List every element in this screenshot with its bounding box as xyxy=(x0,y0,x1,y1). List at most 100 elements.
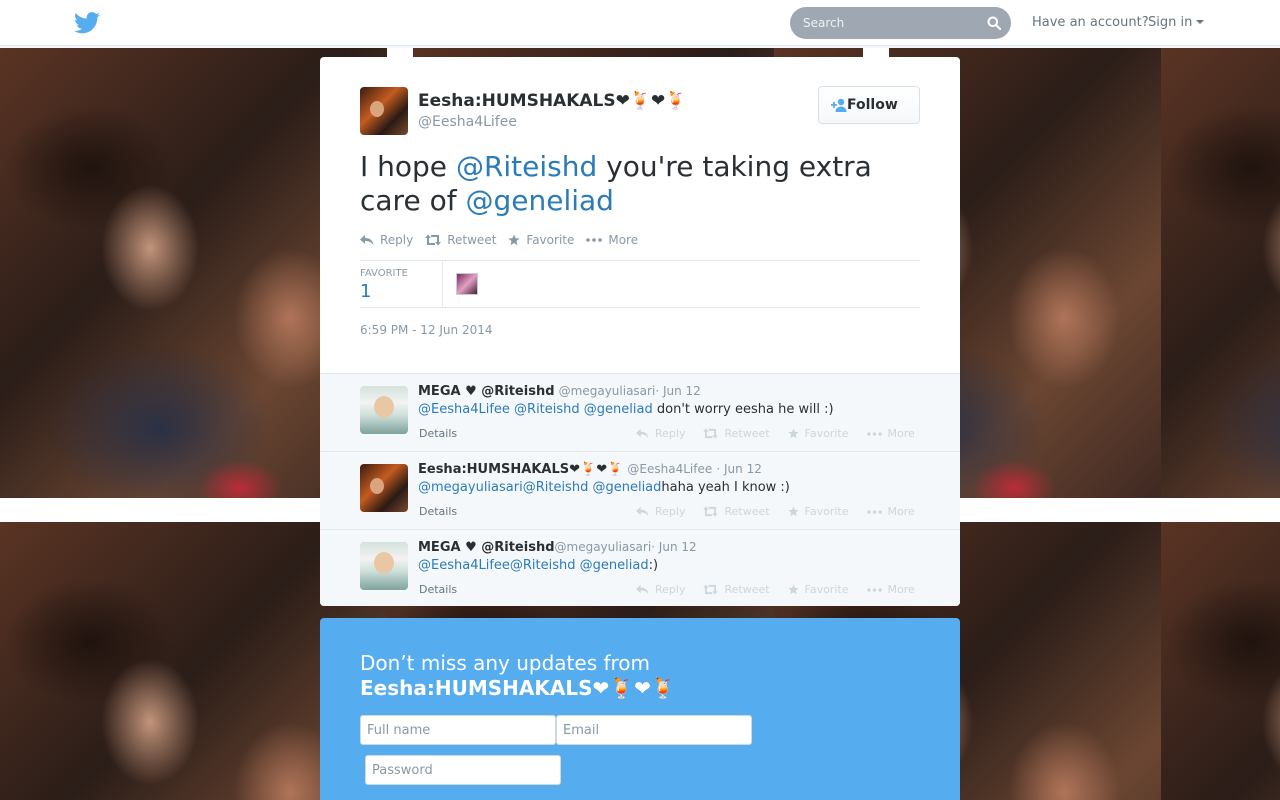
more-label[interactable]: More xyxy=(888,427,915,440)
email-field[interactable] xyxy=(556,715,752,745)
mention-link[interactable]: @Riteishd xyxy=(523,480,589,495)
retweet-label[interactable]: Retweet xyxy=(724,505,769,518)
avatar[interactable] xyxy=(360,542,408,590)
reply-icon xyxy=(636,584,649,595)
favoriter-avatar[interactable] xyxy=(456,273,478,295)
details-link[interactable]: Details xyxy=(419,427,457,440)
search-icon[interactable] xyxy=(987,16,1001,30)
caret-down-icon[interactable] xyxy=(1196,20,1205,24)
reply-header: MEGA ♥ @Riteishd@megayuliasari· Jun 12 xyxy=(418,540,697,555)
avatar[interactable] xyxy=(360,386,408,434)
reply-label[interactable]: Reply xyxy=(380,233,413,247)
reply-action[interactable]: Reply xyxy=(636,427,685,440)
mention-link[interactable]: @geneliad xyxy=(465,184,613,217)
reply-action[interactable]: Reply xyxy=(636,505,685,518)
favorite-action[interactable]: Favorite xyxy=(787,583,849,596)
mention-link[interactable]: @geneliad xyxy=(580,558,649,573)
favorite-label[interactable]: Favorite xyxy=(805,427,849,440)
reply-body: :) xyxy=(648,558,659,573)
reply-author-handle[interactable]: @megayuliasari xyxy=(555,540,652,554)
reply-action[interactable]: Reply xyxy=(636,583,685,596)
retweet-icon xyxy=(703,506,719,517)
avatar[interactable] xyxy=(360,87,408,135)
reply-tweet[interactable]: MEGA ♥ @Riteishd @megayuliasari· Jun 12 … xyxy=(320,373,960,451)
follow-button[interactable]: Follow xyxy=(818,86,920,124)
reply-text: @megayuliasari@Riteishd @geneliadhaha ye… xyxy=(418,480,790,495)
reply-date[interactable]: · Jun 12 xyxy=(716,462,761,476)
avatar[interactable] xyxy=(360,464,408,512)
replies-list: MEGA ♥ @Riteishd @megayuliasari· Jun 12 … xyxy=(320,373,960,606)
twitter-bird-icon[interactable] xyxy=(74,12,100,34)
favorite-count[interactable]: 1 xyxy=(360,281,371,302)
reply-date[interactable]: · Jun 12 xyxy=(655,384,700,398)
retweet-action[interactable]: Retweet xyxy=(703,427,770,440)
sign-in-label[interactable]: Sign in xyxy=(1148,15,1192,30)
reply-author-name[interactable]: MEGA ♥ @Riteishd xyxy=(418,540,555,555)
password-field[interactable] xyxy=(365,755,561,785)
mention-link[interactable]: @Eesha4Lifee xyxy=(418,558,510,573)
search-input[interactable] xyxy=(790,7,980,39)
more-action[interactable]: More xyxy=(866,505,915,518)
star-icon xyxy=(787,428,799,439)
signup-callout: Don’t miss any updates from Eesha:HUMSHA… xyxy=(320,618,960,800)
mention-link[interactable]: @geneliad xyxy=(592,480,661,495)
reply-tweet[interactable]: Eesha:HUMSHAKALS❤🍹❤🍹 @Eesha4Lifee · Jun … xyxy=(320,451,960,529)
mention-link[interactable]: @geneliad xyxy=(584,402,653,417)
stats-divider xyxy=(442,261,443,307)
mention-link[interactable]: @megayuliasari xyxy=(418,480,523,495)
more-action[interactable]: More xyxy=(586,233,638,247)
favorite-label[interactable]: Favorite xyxy=(526,233,574,247)
retweet-label[interactable]: Retweet xyxy=(447,233,496,247)
reply-author-name[interactable]: Eesha:HUMSHAKALS❤🍹❤🍹 xyxy=(418,462,623,477)
reply-date[interactable]: · Jun 12 xyxy=(651,540,696,554)
tweet-stats: FAVORITE 1 xyxy=(360,260,920,308)
star-icon xyxy=(787,584,799,595)
favorite-action[interactable]: Favorite xyxy=(787,505,849,518)
more-action[interactable]: More xyxy=(866,427,915,440)
reply-icon xyxy=(636,506,649,517)
mention-link[interactable]: @Riteishd xyxy=(510,558,576,573)
retweet-action[interactable]: Retweet xyxy=(425,233,496,247)
tweet-text-part: I hope xyxy=(360,150,456,183)
favorite-action[interactable]: Favorite xyxy=(787,427,849,440)
retweet-icon xyxy=(425,234,442,246)
search-box[interactable] xyxy=(790,7,1011,39)
reply-author-handle[interactable]: @Eesha4Lifee xyxy=(627,462,712,476)
sign-in-dropdown[interactable]: Sign in xyxy=(1148,15,1205,30)
more-label[interactable]: More xyxy=(888,505,915,518)
tweet-author-handle[interactable]: @Eesha4Lifee xyxy=(418,114,517,130)
reply-actions: Reply Retweet Favorite More xyxy=(636,505,933,518)
reply-action[interactable]: Reply xyxy=(360,233,413,247)
follow-user-icon xyxy=(831,98,847,112)
reply-icon xyxy=(360,235,374,246)
tweet-author-name[interactable]: Eesha:HUMSHAKALS❤🍹❤🍹 xyxy=(418,91,686,111)
full-name-field[interactable] xyxy=(360,715,556,745)
retweet-label[interactable]: Retweet xyxy=(724,427,769,440)
mention-link[interactable]: @Riteishd xyxy=(456,150,597,183)
reply-author-name[interactable]: MEGA ♥ @Riteishd xyxy=(418,384,555,399)
more-label[interactable]: More xyxy=(888,583,915,596)
mention-link[interactable]: @Riteishd xyxy=(514,402,580,417)
reply-author-handle[interactable]: @megayuliasari xyxy=(559,384,656,398)
retweet-action[interactable]: Retweet xyxy=(703,583,770,596)
mention-link[interactable]: @Eesha4Lifee xyxy=(418,402,510,417)
details-link[interactable]: Details xyxy=(419,505,457,518)
star-icon xyxy=(508,234,521,246)
retweet-action[interactable]: Retweet xyxy=(703,505,770,518)
favorite-label[interactable]: Favorite xyxy=(805,583,849,596)
follow-label[interactable]: Follow xyxy=(847,97,898,113)
details-link[interactable]: Details xyxy=(419,583,457,596)
retweet-label[interactable]: Retweet xyxy=(724,583,769,596)
reply-label[interactable]: Reply xyxy=(655,505,685,518)
reply-label[interactable]: Reply xyxy=(655,583,685,596)
tweet-timestamp[interactable]: 6:59 PM - 12 Jun 2014 xyxy=(360,323,493,337)
favorite-label[interactable]: Favorite xyxy=(805,505,849,518)
more-action[interactable]: More xyxy=(866,583,915,596)
reply-header: MEGA ♥ @Riteishd @megayuliasari· Jun 12 xyxy=(418,384,701,399)
favorite-action[interactable]: Favorite xyxy=(508,233,574,247)
star-icon xyxy=(787,506,799,517)
reply-tweet[interactable]: MEGA ♥ @Riteishd@megayuliasari· Jun 12 @… xyxy=(320,529,960,606)
reply-text: @Eesha4Lifee @Riteishd @geneliad don't w… xyxy=(418,402,834,417)
more-label[interactable]: More xyxy=(608,233,638,247)
reply-label[interactable]: Reply xyxy=(655,427,685,440)
